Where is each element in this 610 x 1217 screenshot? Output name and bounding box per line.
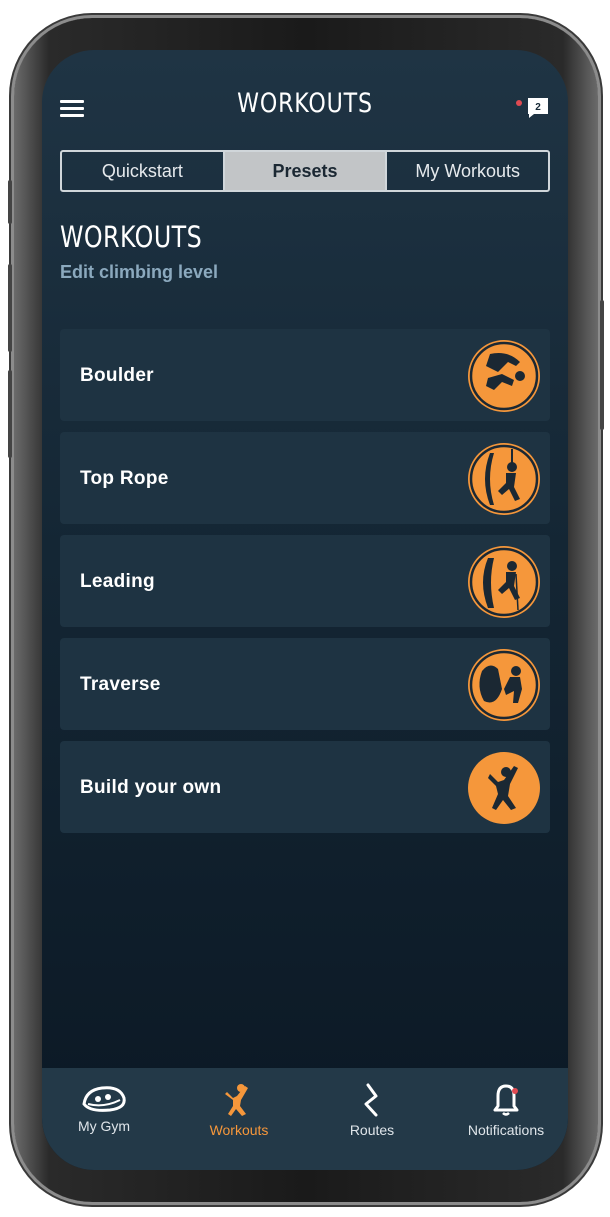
workout-card-traverse[interactable]: Traverse	[60, 638, 550, 730]
power-button	[600, 300, 604, 430]
page-title: WORKOUTS	[237, 88, 373, 119]
workout-card-build-your-own[interactable]: Build your own	[60, 741, 550, 833]
notification-dot	[512, 1088, 518, 1094]
volume-up-button	[8, 264, 12, 352]
app-screen: WORKOUTS 2 Quickstart Presets My Workout…	[42, 50, 568, 1170]
tab-workouts[interactable]: Workouts	[179, 1082, 299, 1138]
top-rope-climber-icon	[468, 443, 540, 515]
tab-label: My Gym	[77, 1118, 131, 1134]
tab-label: Notifications	[467, 1122, 545, 1138]
tab-quickstart[interactable]: Quickstart	[62, 152, 225, 190]
climbing-hold-icon	[82, 1086, 126, 1112]
workout-label: Boulder	[80, 365, 154, 386]
tab-notifications[interactable]: Notifications	[446, 1082, 566, 1138]
section-title: WORKOUTS	[60, 220, 203, 254]
chat-bubble-icon[interactable]: 2	[526, 96, 550, 120]
tab-my-workouts[interactable]: My Workouts	[387, 152, 548, 190]
inbox-badge-count: 2	[535, 102, 541, 113]
workout-card-leading[interactable]: Leading	[60, 535, 550, 627]
workout-label: Traverse	[80, 674, 161, 695]
tab-my-gym[interactable]: My Gym	[44, 1082, 164, 1134]
boulder-climber-icon	[468, 340, 540, 412]
volume-down-button	[8, 370, 12, 458]
workout-card-top-rope[interactable]: Top Rope	[60, 432, 550, 524]
top-bar: WORKOUTS 2	[42, 50, 568, 150]
tab-presets[interactable]: Presets	[224, 152, 388, 190]
workout-card-boulder[interactable]: Boulder	[60, 329, 550, 421]
tab-routes[interactable]: Routes	[312, 1082, 432, 1138]
workout-label: Leading	[80, 571, 155, 592]
traverse-climber-icon	[468, 649, 540, 721]
workout-label: Build your own	[80, 777, 222, 798]
climber-icon	[225, 1084, 248, 1116]
tab-label: Workouts	[209, 1122, 269, 1138]
tab-label: Routes	[349, 1122, 395, 1138]
mute-switch	[8, 180, 12, 224]
lead-climber-icon	[468, 546, 540, 618]
jumping-climber-icon	[468, 752, 540, 824]
hamburger-menu-icon[interactable]	[60, 100, 84, 118]
bottom-tab-bar: My Gym Workouts Routes Notifications	[42, 1068, 568, 1170]
inbox-notification-dot	[516, 100, 522, 106]
workout-label: Top Rope	[80, 468, 169, 489]
edit-climbing-level-link[interactable]: Edit climbing level	[60, 262, 218, 283]
route-zigzag-icon	[364, 1083, 378, 1117]
workout-type-tabs: Quickstart Presets My Workouts	[60, 150, 550, 192]
